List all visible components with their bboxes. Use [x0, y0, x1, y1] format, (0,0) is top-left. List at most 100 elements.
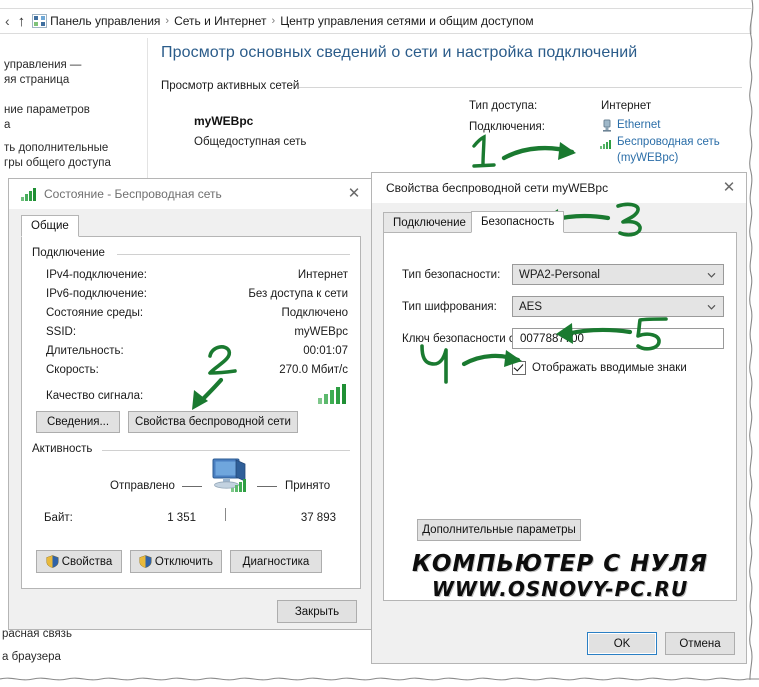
watermark: КОМПЬЮТЕР С НУЛЯ WWW.OSNOVY-PC.RU	[384, 551, 736, 601]
received-label: Принято	[285, 480, 331, 492]
ok-button[interactable]: OK	[587, 632, 657, 655]
breadcrumb-item-control-panel[interactable]: Панель управления	[50, 14, 160, 28]
section-heading: Просмотр активных сетей	[161, 80, 300, 92]
diagnose-button[interactable]: Диагностика	[230, 550, 322, 573]
row-label-ipv4: IPv4-подключение:	[46, 269, 147, 281]
row-label-ssid: SSID:	[46, 326, 77, 338]
close-button[interactable]: Закрыть	[277, 600, 357, 623]
cancel-button[interactable]: Отмена	[665, 632, 735, 655]
wireless-network-link[interactable]: Беспроводная сеть	[617, 136, 720, 148]
sidebar-link-3[interactable]: ние параметров	[4, 103, 90, 117]
connection-group-rule	[117, 254, 350, 255]
connections-label: Подключения:	[469, 121, 545, 133]
torn-edge-right	[746, 0, 759, 685]
bytes-divider	[225, 508, 226, 521]
close-icon[interactable]: ✕	[712, 173, 746, 201]
sidebar-link-6[interactable]: гры общего доступа	[4, 156, 111, 170]
network-name: myWEBpc	[194, 114, 254, 128]
row-label-ipv6: IPv6-подключение:	[46, 288, 147, 300]
breadcrumb-separator: ›	[165, 15, 170, 27]
received-connector-line	[257, 486, 277, 487]
back-icon[interactable]: ‹	[0, 14, 15, 28]
ethernet-link[interactable]: Ethernet	[617, 119, 660, 131]
sent-label: Отправлено	[110, 480, 175, 492]
arrow-up-icon[interactable]: ↑	[15, 13, 33, 30]
props-dialog-title: Свойства беспроводной сети myWEBpc	[386, 181, 609, 195]
show-characters-checkbox[interactable]	[512, 361, 526, 375]
access-type-value: Интернет	[601, 100, 652, 112]
sidebar-link-2[interactable]: яя страница	[4, 73, 69, 87]
encryption-type-select[interactable]: AES	[512, 296, 724, 317]
sent-connector-line	[182, 486, 202, 487]
status-dialog-title: Состояние - Беспроводная сеть	[44, 187, 222, 201]
sidebar-link-5[interactable]: ть дополнительные	[4, 141, 108, 155]
props-dialog-titlebar: Свойства беспроводной сети myWEBpc ✕	[372, 173, 746, 203]
row-label-duration: Длительность:	[46, 345, 124, 357]
section-divider	[299, 87, 742, 88]
breadcrumb-item-network-sharing-center[interactable]: Центр управления сетями и общим доступом	[280, 14, 534, 28]
properties-button-label: Свойства	[61, 555, 113, 568]
row-value-ipv6: Без доступа к сети	[248, 288, 348, 300]
wireless-properties-dialog: Свойства беспроводной сети myWEBpc ✕ Под…	[371, 172, 747, 664]
row-value-speed: 270.0 Мбит/с	[279, 364, 348, 376]
network-key-input[interactable]: 0077887700	[512, 328, 724, 349]
row-value-ssid: myWEBpc	[294, 326, 348, 338]
properties-button[interactable]: Свойства	[36, 550, 122, 573]
sidebar: управления — яя страница ние параметров …	[0, 38, 148, 184]
breadcrumb-separator: ›	[271, 15, 276, 27]
tab-security[interactable]: Безопасность	[471, 211, 565, 233]
torn-edge-bottom	[0, 674, 759, 684]
disable-button[interactable]: Отключить	[130, 550, 222, 573]
wireless-status-dialog: Состояние - Беспроводная сеть ✕ Общие По…	[8, 178, 372, 630]
advanced-settings-button[interactable]: Дополнительные параметры	[417, 519, 581, 541]
network-key-value: 0077887700	[520, 332, 584, 345]
computer-network-icon	[205, 457, 253, 500]
bytes-sent-value: 1 351	[167, 512, 196, 524]
tab-connection[interactable]: Подключение	[383, 212, 476, 233]
uac-shield-icon	[139, 555, 152, 568]
details-button[interactable]: Сведения...	[36, 411, 120, 433]
background-note-2: а браузера	[2, 651, 61, 663]
chevron-down-icon	[707, 270, 716, 279]
disable-button-label: Отключить	[154, 555, 214, 568]
activity-group-rule	[102, 450, 350, 451]
status-tabstrip: Общие	[21, 215, 361, 237]
connection-group-label: Подключение	[32, 247, 111, 259]
encryption-type-value: AES	[519, 300, 543, 313]
signal-bars-icon	[318, 384, 346, 404]
status-dialog-titlebar: Состояние - Беспроводная сеть ✕	[9, 179, 371, 209]
page-title: Просмотр основных сведений о сети и наст…	[161, 44, 638, 61]
row-label-speed: Скорость:	[46, 364, 99, 376]
access-type-label: Тип доступа:	[469, 100, 538, 112]
network-type: Общедоступная сеть	[194, 136, 307, 148]
security-type-value: WPA2-Personal	[519, 268, 600, 281]
uac-shield-icon	[46, 555, 59, 568]
sidebar-link-4[interactable]: а	[4, 118, 10, 132]
screenshot-root: ‹ ↑ Панель управления › Сеть и Интернет …	[0, 0, 759, 685]
ethernet-icon	[601, 119, 613, 135]
signal-bars-icon	[600, 138, 613, 149]
bytes-received-value: 37 893	[300, 512, 336, 524]
wireless-network-ssid[interactable]: (myWEBpc)	[617, 152, 678, 164]
row-label-signal-quality: Качество сигнала:	[46, 390, 144, 402]
watermark-line-2: WWW.OSNOVY-PC.RU	[431, 577, 689, 601]
tab-general[interactable]: Общие	[21, 215, 79, 237]
security-type-select[interactable]: WPA2-Personal	[512, 264, 724, 285]
status-general-pane: Подключение IPv4-подключение: Интернет I…	[21, 237, 361, 589]
row-label-media-state: Состояние среды:	[46, 307, 144, 319]
chevron-down-icon	[707, 302, 716, 311]
security-type-label: Тип безопасности:	[402, 269, 501, 281]
wireless-properties-button[interactable]: Свойства беспроводной сети	[128, 411, 298, 433]
props-tabstrip: Подключение Безопасность	[383, 211, 737, 233]
activity-group-label: Активность	[32, 443, 99, 455]
address-bar[interactable]: ‹ ↑ Панель управления › Сеть и Интернет …	[0, 8, 752, 34]
watermark-line-1: КОМПЬЮТЕР С НУЛЯ	[412, 551, 708, 577]
show-characters-checkbox-row[interactable]: Отображать вводимые знаки	[512, 361, 687, 375]
close-icon[interactable]: ✕	[337, 179, 371, 207]
row-value-media-state: Подключено	[281, 307, 349, 319]
content-pane: Просмотр основных сведений о сети и наст…	[149, 36, 752, 186]
row-value-ipv4: Интернет	[297, 269, 348, 281]
wifi-signal-icon	[21, 187, 37, 201]
sidebar-link-1[interactable]: управления —	[4, 58, 81, 72]
breadcrumb-item-network-internet[interactable]: Сеть и Интернет	[174, 14, 266, 28]
